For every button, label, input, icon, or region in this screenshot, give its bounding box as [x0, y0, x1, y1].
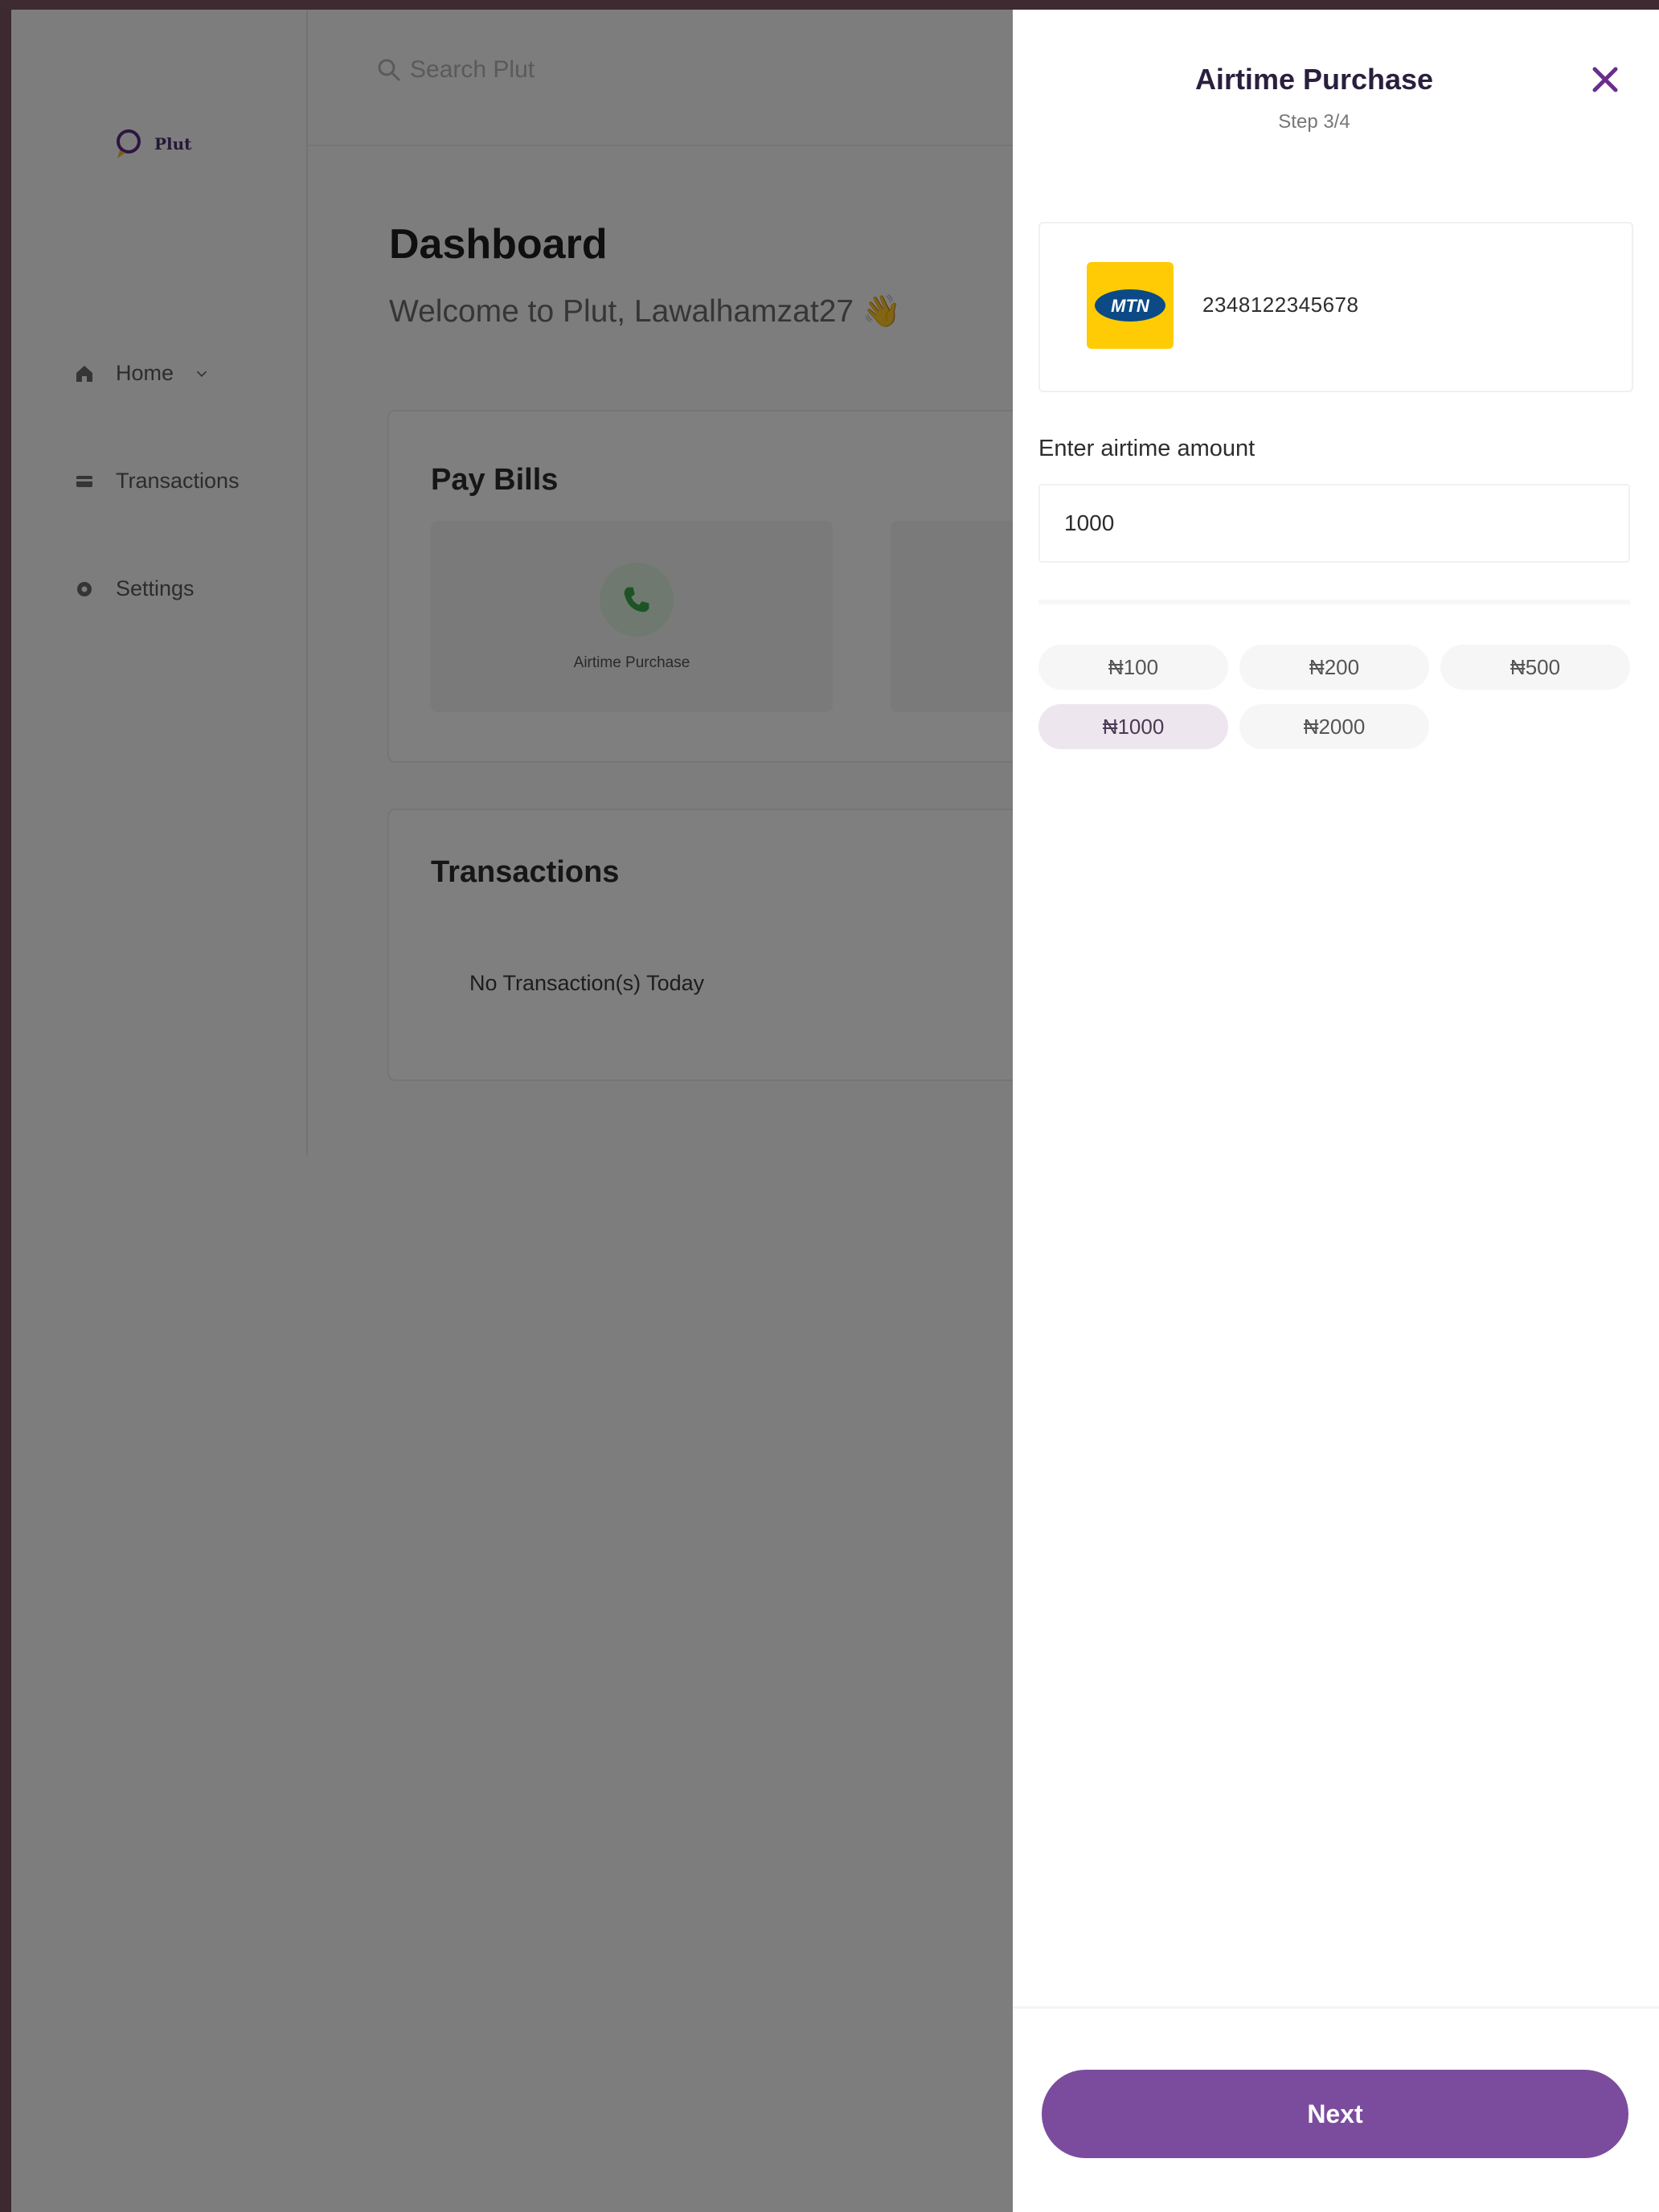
phone-number: 2348122345678 [1202, 293, 1359, 317]
amount-preset-500[interactable]: ₦500 [1440, 645, 1630, 690]
next-button[interactable]: Next [1042, 2070, 1628, 2158]
divider [1038, 600, 1630, 604]
window-top-bar [0, 0, 1659, 10]
amount-preset-2000[interactable]: ₦2000 [1239, 704, 1429, 749]
amount-preset-200[interactable]: ₦200 [1239, 645, 1429, 690]
mtn-logo-text: MTN [1111, 296, 1150, 316]
mtn-logo: MTN [1087, 262, 1174, 349]
amount-preset-100[interactable]: ₦100 [1038, 645, 1228, 690]
close-icon[interactable] [1585, 59, 1625, 100]
amount-input[interactable] [1038, 484, 1630, 563]
amount-label: Enter airtime amount [1038, 436, 1256, 461]
footer-divider [1013, 2006, 1659, 2009]
step-indicator: Step 3/4 [1278, 111, 1350, 133]
panel-title: Airtime Purchase [1194, 63, 1434, 96]
amount-preset-1000[interactable]: ₦1000 [1038, 704, 1228, 749]
selected-network-card: MTN 2348122345678 [1038, 222, 1633, 392]
airtime-purchase-panel: Airtime Purchase Step 3/4 MTN 2348122345… [1013, 10, 1659, 2212]
